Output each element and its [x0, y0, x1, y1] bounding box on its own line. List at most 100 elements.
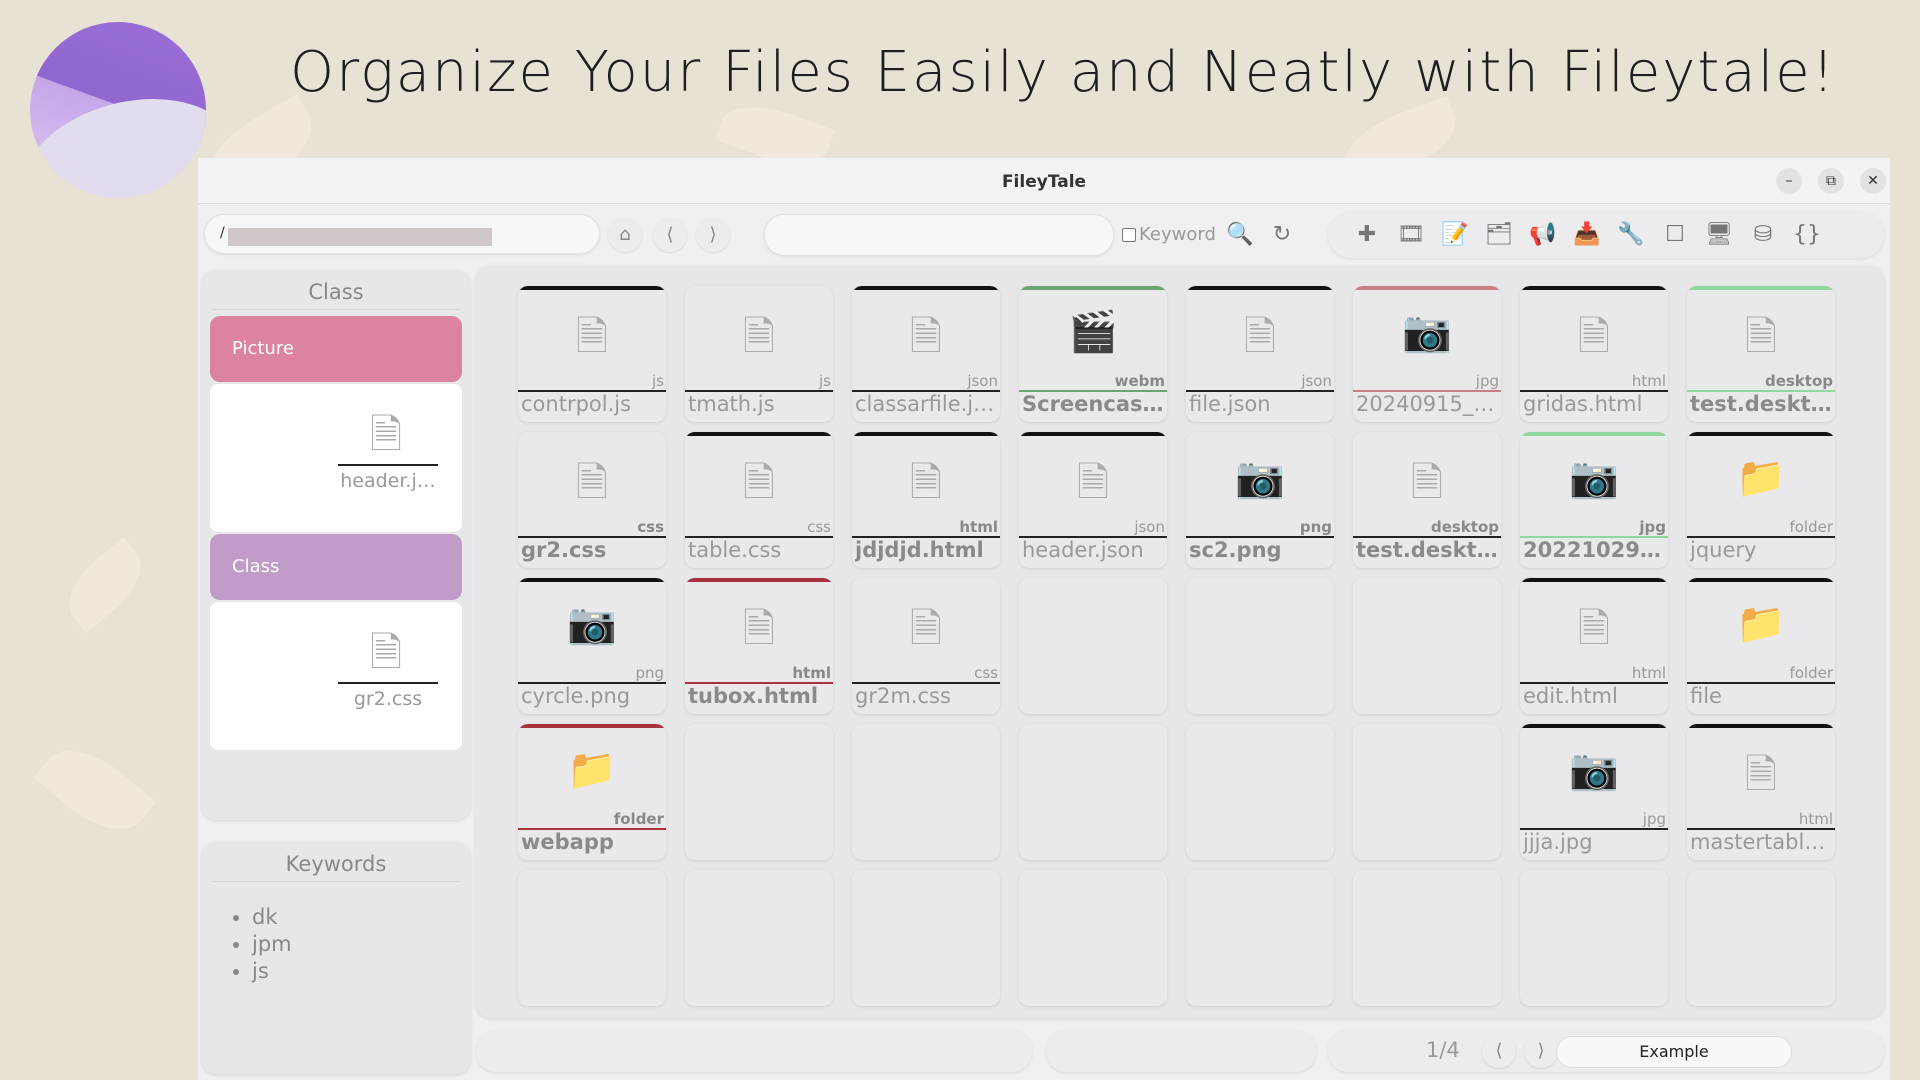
- file-tile[interactable]: 📷 jpg 20240915_…: [1353, 286, 1501, 422]
- file-name[interactable]: contrpol.js: [521, 392, 664, 416]
- file-tile[interactable]: 🗎 json classarfile.j…: [852, 286, 1000, 422]
- file-tile[interactable]: 📁 folder file: [1687, 578, 1835, 714]
- file-tile[interactable]: 📁 folder webapp: [518, 724, 666, 860]
- file-tile[interactable]: 🗎 html tubox.html: [685, 578, 833, 714]
- file-name[interactable]: cyrcle.png: [521, 684, 664, 708]
- file-name[interactable]: gr2m.css: [855, 684, 998, 708]
- document-icon: 🗎: [575, 314, 609, 360]
- folder-icon: 📁: [1736, 601, 1786, 647]
- file-tile[interactable]: 📷 png cyrcle.png: [518, 578, 666, 714]
- file-tile[interactable]: 🗎 desktop test.desktop: [1687, 286, 1835, 422]
- toolbar-tool-icon[interactable]: 📝: [1438, 218, 1472, 252]
- tile-tag-strip: [1186, 286, 1334, 290]
- file-tile[interactable]: 🗎 css table.css: [685, 432, 833, 568]
- back-button[interactable]: ⟨: [653, 218, 687, 252]
- file-tile[interactable]: 📷 jpg jjja.jpg: [1520, 724, 1668, 860]
- file-extension: desktop: [1764, 372, 1833, 390]
- file-name[interactable]: jquery: [1690, 538, 1833, 562]
- file-name[interactable]: sc2.png: [1189, 538, 1332, 562]
- file-name[interactable]: file.json: [1189, 392, 1332, 416]
- tile-tag-strip: [1520, 286, 1668, 290]
- file-name[interactable]: webapp: [521, 830, 664, 854]
- file-name[interactable]: gridas.html: [1523, 392, 1666, 416]
- search-icon[interactable]: 🔍: [1223, 218, 1257, 252]
- window-title: FileyTale: [1001, 172, 1087, 192]
- camera-icon: 📷: [1402, 309, 1452, 355]
- file-name[interactable]: edit.html: [1523, 684, 1666, 708]
- file-name[interactable]: tubox.html: [688, 684, 831, 708]
- file-tile[interactable]: 🗎 json header.json: [1019, 432, 1167, 568]
- file-name[interactable]: gr2.css: [521, 538, 664, 562]
- file-grid: 🗎 js contrpol.js 🗎 js tmath.js 🗎 json classarfil…: [476, 266, 1884, 1018]
- search-input[interactable]: [764, 214, 1114, 256]
- toolbar-tool-icon[interactable]: 🔧: [1614, 218, 1648, 252]
- toolbar-tool-icon[interactable]: ☐: [1658, 218, 1692, 252]
- tile-tag-strip: [685, 432, 833, 436]
- tile-tag-strip: [1687, 286, 1835, 290]
- keyword-item[interactable]: js: [252, 958, 470, 985]
- file-name[interactable]: tmath.js: [688, 392, 831, 416]
- keyword-item[interactable]: jpm: [252, 931, 470, 958]
- file-tile[interactable]: 📷 jpg 20221029_…: [1520, 432, 1668, 568]
- example-button[interactable]: Example: [1556, 1036, 1792, 1068]
- file-name[interactable]: jjja.jpg: [1523, 830, 1666, 854]
- file-tile[interactable]: 🗎 json file.json: [1186, 286, 1334, 422]
- file-tile[interactable]: 🗎 html edit.html: [1520, 578, 1668, 714]
- file-name[interactable]: mastertable…: [1690, 830, 1833, 854]
- file-tile[interactable]: 🗎 css gr2.css: [518, 432, 666, 568]
- toolbar-tool-icon[interactable]: {}: [1790, 218, 1824, 252]
- file-name[interactable]: test.desktop: [1356, 538, 1499, 562]
- prev-page-button[interactable]: ⟨: [1482, 1034, 1516, 1068]
- toolbar-tool-icon[interactable]: 📢: [1526, 218, 1560, 252]
- toolbar-tool-icon[interactable]: ✚: [1350, 218, 1384, 252]
- class-panel-title: Class: [212, 270, 460, 310]
- refresh-icon[interactable]: ↻: [1265, 218, 1299, 252]
- close-button[interactable]: ✕: [1860, 168, 1886, 194]
- tile-tag-strip: [852, 286, 1000, 290]
- class-group-picture[interactable]: Picture: [210, 316, 462, 382]
- forward-button[interactable]: ⟩: [696, 218, 730, 252]
- file-name[interactable]: 20221029_…: [1523, 538, 1666, 562]
- file-name[interactable]: classarfile.j…: [855, 392, 998, 416]
- keyword-checkbox[interactable]: [1122, 227, 1136, 242]
- document-icon: 🗎: [909, 314, 943, 360]
- restore-button[interactable]: ⧉: [1818, 168, 1844, 194]
- keyword-item[interactable]: dk: [252, 904, 470, 931]
- file-name[interactable]: test.desktop: [1690, 392, 1833, 416]
- class-group-class[interactable]: Class: [210, 534, 462, 600]
- keyword-toggle[interactable]: Keyword: [1122, 224, 1216, 245]
- toolbar-tool-icon[interactable]: 🗂: [1482, 218, 1516, 252]
- file-tile[interactable]: 🗎 html mastertable…: [1687, 724, 1835, 860]
- path-input[interactable]: /: [204, 214, 600, 254]
- toolbar-tool-icon[interactable]: ⛁: [1746, 218, 1780, 252]
- file-tile[interactable]: 🗎 html jdjdjd.html: [852, 432, 1000, 568]
- home-button[interactable]: ⌂: [608, 218, 642, 252]
- file-tile[interactable]: 🗎 html gridas.html: [1520, 286, 1668, 422]
- fileytale-logo: [30, 22, 206, 198]
- file-tile[interactable]: 🎬 webm Screencast…: [1019, 286, 1167, 422]
- file-extension: folder: [1789, 518, 1833, 536]
- file-name[interactable]: gr2.css: [338, 688, 438, 710]
- toolbar-tool-icon[interactable]: 🖥: [1702, 218, 1736, 252]
- toolbar-tool-icon[interactable]: 🎞: [1394, 218, 1428, 252]
- toolbar: / ⌂ ⟨ ⟩ Keyword 🔍 ↻ ✚ 🎞 📝 🗂 📢 📥 🔧 ☐ 🖥 ⛁ {}: [198, 204, 1890, 266]
- file-extension: json: [1134, 518, 1165, 536]
- file-name[interactable]: header.json: [1022, 538, 1165, 562]
- file-tile[interactable]: 📷 png sc2.png: [1186, 432, 1334, 568]
- file-name[interactable]: header.j…: [338, 470, 438, 492]
- file-tile[interactable]: 🗎 css gr2m.css: [852, 578, 1000, 714]
- file-name[interactable]: jdjdjd.html: [855, 538, 998, 562]
- file-name[interactable]: 20240915_…: [1356, 392, 1499, 416]
- file-tile[interactable]: 📁 folder jquery: [1687, 432, 1835, 568]
- document-icon: 🗎: [742, 460, 776, 506]
- file-tile[interactable]: 🗎 js contrpol.js: [518, 286, 666, 422]
- document-icon: 🗎: [1577, 606, 1611, 652]
- minimize-button[interactable]: –: [1776, 168, 1802, 194]
- file-tile[interactable]: 🗎 desktop test.desktop: [1353, 432, 1501, 568]
- next-page-button[interactable]: ⟩: [1524, 1034, 1558, 1068]
- toolbar-tool-icon[interactable]: 📥: [1570, 218, 1604, 252]
- file-name[interactable]: file: [1690, 684, 1833, 708]
- file-tile[interactable]: 🗎 js tmath.js: [685, 286, 833, 422]
- file-name[interactable]: table.css: [688, 538, 831, 562]
- file-name[interactable]: Screencast…: [1022, 392, 1165, 416]
